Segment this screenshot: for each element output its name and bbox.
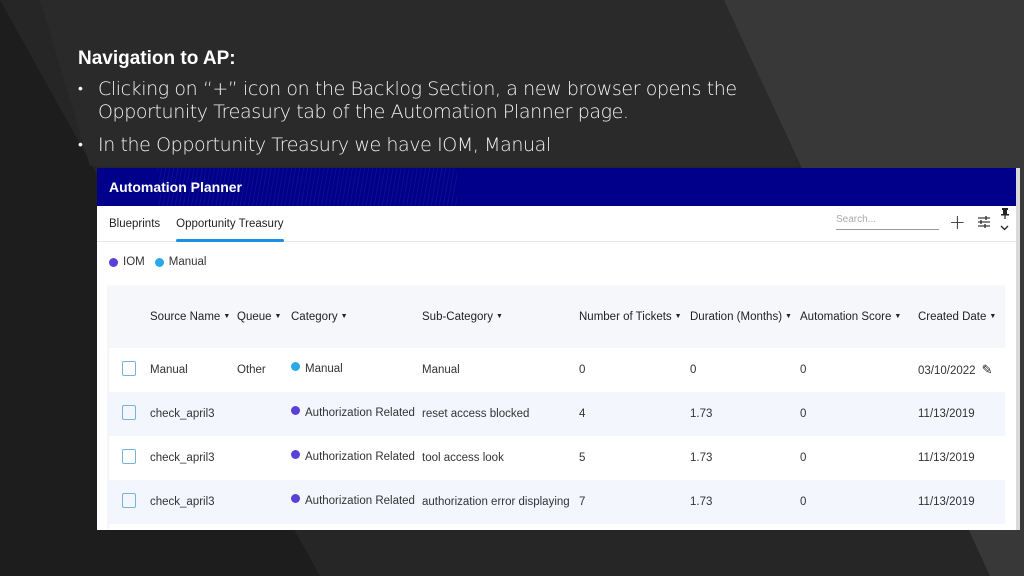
- cell-sub-category: Manual: [422, 364, 460, 376]
- cell-created-date: 03/10/2022 ✎: [918, 362, 993, 378]
- cell-created-date: 11/13/2019: [918, 408, 975, 420]
- cell-source-name: check_april3: [150, 452, 215, 464]
- row-checkbox[interactable]: [122, 449, 136, 464]
- cell-queue: Other: [237, 364, 266, 376]
- table-row[interactable]: check_april3 Authorization Related autho…: [109, 480, 1005, 524]
- column-header-duration[interactable]: Duration (Months) ▼: [690, 286, 800, 348]
- cell-queue: [237, 392, 291, 436]
- bullet-item: In the Opportunity Treasury we have IOM,…: [78, 134, 838, 157]
- tab-opportunity-treasury[interactable]: Opportunity Treasury: [176, 218, 284, 242]
- cell-automation-score: 0: [800, 364, 807, 376]
- table-row[interactable]: Manual Other Manual Manual 0 0 0 03/10/2…: [109, 348, 1005, 392]
- cell-sub-category: reset access blocked: [422, 408, 530, 420]
- column-header-created-date[interactable]: Created Date ▼: [918, 286, 1005, 348]
- opportunity-table-container: Source Name ▼ Queue ▼ Category ▼ Sub-Catego…: [109, 286, 1005, 530]
- cell-automation-score: 0: [800, 496, 807, 508]
- search-field: [836, 214, 939, 230]
- table-row[interactable]: check_april3 Authorization Related tool …: [109, 436, 1005, 480]
- cell-number-of-tickets: 7: [579, 496, 586, 508]
- column-header-source-name[interactable]: Source Name ▼: [150, 286, 237, 348]
- cell-source-name: check_april3: [150, 496, 215, 508]
- slide-heading: Navigation to AP:: [78, 48, 236, 69]
- sliders-icon[interactable]: [977, 214, 991, 233]
- pencil-icon[interactable]: ✎: [982, 362, 993, 378]
- cell-category: Authorization Related: [291, 392, 422, 436]
- table-row[interactable]: check_april3 Authorization Related reset…: [109, 392, 1005, 436]
- bullet-item: Clicking on “+” icon on the Backlog Sect…: [78, 78, 838, 124]
- cell-number-of-tickets: 0: [579, 364, 586, 376]
- caret-down-icon: ▼: [223, 313, 231, 321]
- cell-duration: 0: [690, 364, 697, 376]
- cell-created-date: 11/13/2019: [918, 452, 975, 464]
- column-header-category[interactable]: Category ▼: [291, 286, 422, 348]
- legend-item-iom: IOM: [109, 256, 145, 268]
- cell-category: Authorization Related: [291, 436, 422, 480]
- iom-dot-icon: [291, 449, 300, 459]
- cell-automation-score: 0: [800, 408, 807, 420]
- cell-created-date: 11/13/2019: [918, 496, 975, 508]
- column-header-automation-score[interactable]: Automation Score ▼: [800, 286, 918, 348]
- slide-text: Navigation to AP: Clicking on “+” icon o…: [78, 48, 838, 167]
- row-checkbox[interactable]: [122, 493, 136, 508]
- tab-blueprints[interactable]: Blueprints: [109, 218, 160, 230]
- legend-item-manual: Manual: [154, 256, 207, 268]
- row-checkbox[interactable]: [122, 361, 136, 376]
- legend: IOM Manual: [97, 242, 1016, 282]
- column-header-queue[interactable]: Queue ▼: [237, 286, 291, 348]
- cell-category: Manual: [291, 348, 422, 392]
- column-header-number-of-tickets[interactable]: Number of Tickets ▼: [579, 286, 690, 348]
- legend-label: Manual: [168, 256, 207, 268]
- cell-duration: 1.73: [690, 496, 713, 508]
- plus-icon[interactable]: +: [949, 210, 966, 234]
- search-input[interactable]: [836, 214, 939, 225]
- cell-number-of-tickets: 5: [579, 452, 586, 464]
- iom-dot-icon: [291, 493, 300, 503]
- cell-duration: 1.73: [690, 452, 713, 464]
- caret-down-icon: ▼: [989, 313, 997, 321]
- cell-automation-score: 0: [800, 452, 807, 464]
- opportunity-table: Source Name ▼ Queue ▼ Category ▼ Sub-Catego…: [109, 286, 1005, 524]
- automation-planner-window: Automation Planner Blueprints Opportunit…: [97, 168, 1020, 530]
- row-checkbox[interactable]: [122, 405, 136, 420]
- iom-dot-icon: [291, 405, 300, 415]
- select-column-header: [109, 286, 150, 348]
- table-header-row: Source Name ▼ Queue ▼ Category ▼ Sub-Catego…: [109, 286, 1005, 348]
- caret-down-icon: ▼: [894, 313, 902, 321]
- cell-queue: [237, 436, 291, 480]
- cell-source-name: check_april3: [150, 408, 215, 420]
- tab-bar: Blueprints Opportunity Treasury +: [97, 206, 1016, 242]
- manual-dot-icon: [291, 361, 300, 371]
- cell-category: Authorization Related: [291, 480, 422, 524]
- caret-down-icon: ▼: [674, 313, 682, 321]
- caret-down-icon: ▼: [495, 313, 503, 321]
- app-title: Automation Planner: [109, 179, 243, 195]
- manual-dot-icon: [154, 257, 164, 267]
- cell-source-name: Manual: [150, 364, 188, 376]
- cell-duration: 1.73: [690, 408, 713, 420]
- cell-sub-category: authorization error displaying: [422, 496, 570, 508]
- cell-sub-category: tool access look: [422, 452, 504, 464]
- column-header-sub-category[interactable]: Sub-Category ▼: [422, 286, 579, 348]
- legend-label: IOM: [123, 256, 145, 268]
- caret-down-icon: ▼: [785, 313, 792, 321]
- iom-dot-icon: [109, 257, 118, 267]
- caret-down-icon: ▼: [274, 313, 282, 321]
- caret-down-icon: ▼: [340, 313, 348, 321]
- pin-icon[interactable]: [1001, 208, 1009, 222]
- app-header: Automation Planner: [97, 168, 1016, 206]
- chevron-down-icon[interactable]: [1000, 223, 1009, 234]
- cell-number-of-tickets: 4: [579, 408, 586, 420]
- cell-queue: [237, 480, 291, 524]
